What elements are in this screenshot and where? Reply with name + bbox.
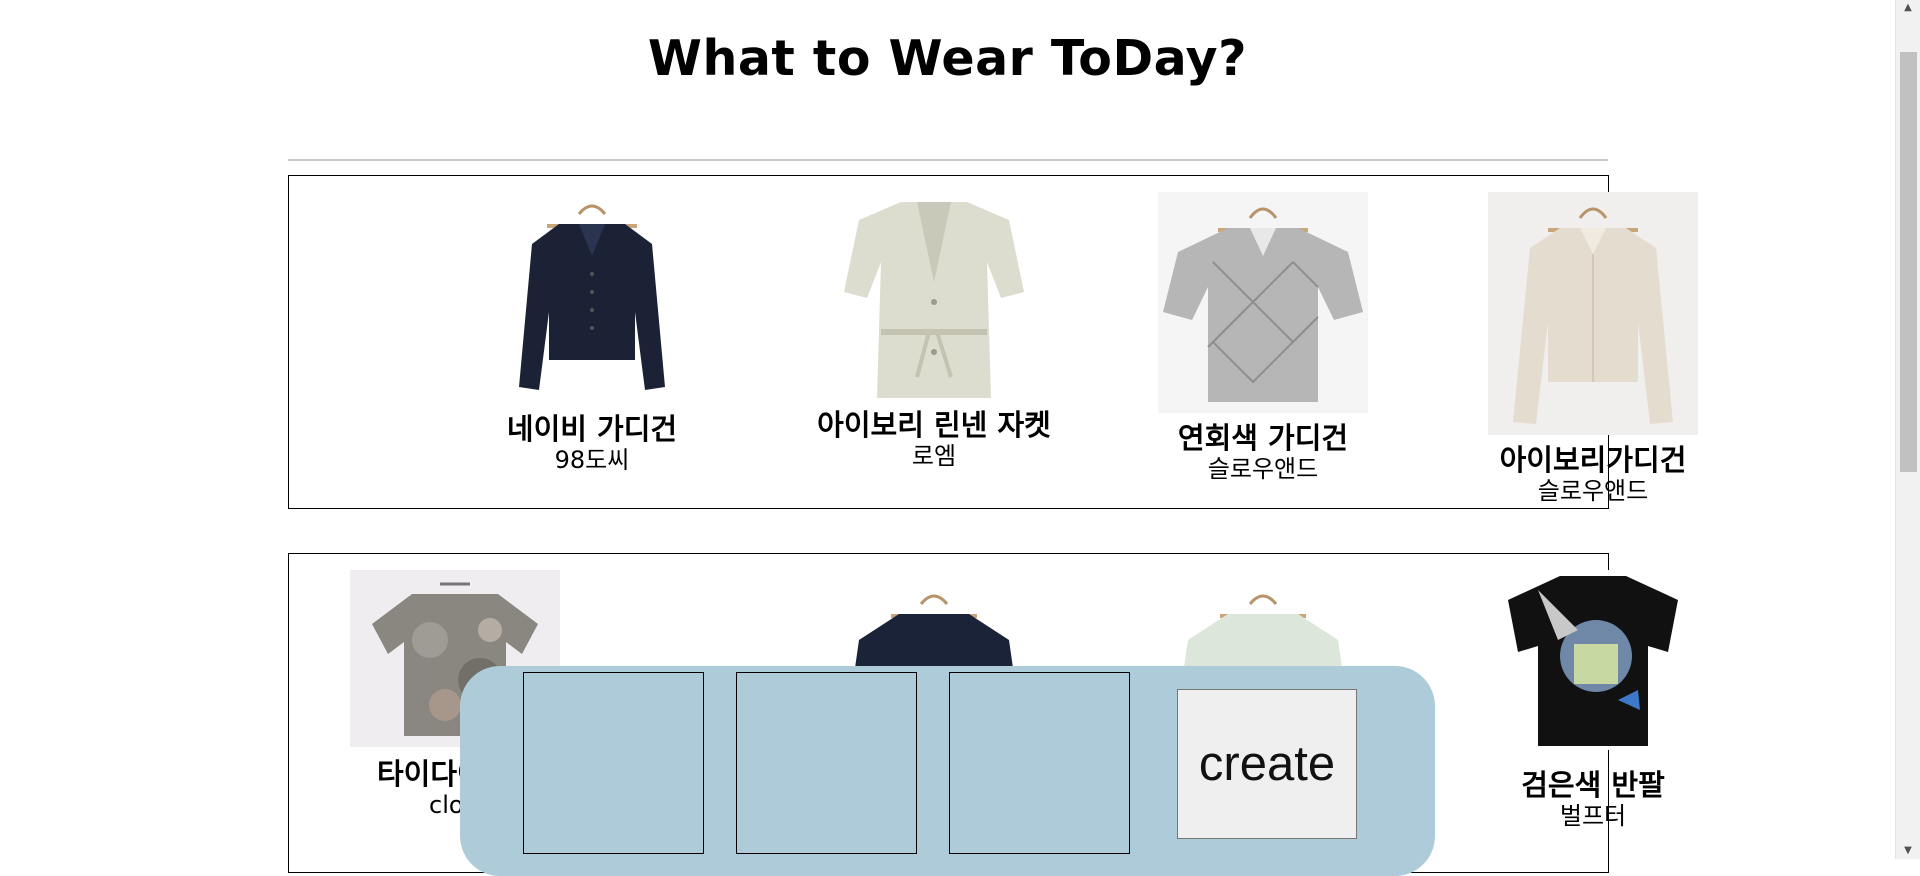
black-tshirt-image [1488, 570, 1698, 750]
clothing-card-black-tshirt[interactable]: 검은색 반팔 벌프터 [1443, 570, 1743, 830]
page-title: What to Wear ToDay? [647, 30, 1248, 87]
clothing-card-ivory-cardigan[interactable]: 아이보리가디건 슬로우앤드 [1443, 192, 1743, 505]
create-button[interactable]: create [1177, 689, 1357, 839]
item-name: 아이보리 린넨 자켓 [817, 408, 1051, 442]
item-brand: 로엠 [911, 442, 957, 470]
item-name: 아이보리가디건 [1499, 443, 1687, 477]
light-gray-cardigan-image [1158, 192, 1368, 413]
outfit-slot-3[interactable] [949, 672, 1130, 854]
outfit-slot-1[interactable] [523, 672, 704, 854]
ivory-linen-jacket-image [829, 192, 1039, 402]
item-name: 검은색 반팔 [1521, 768, 1665, 802]
item-name: 연회색 가디건 [1177, 421, 1349, 455]
item-brand: 슬로우앤드 [1207, 455, 1319, 483]
item-name: 네이비 가디건 [506, 412, 678, 446]
clothing-card-ivory-linen-jacket[interactable]: 아이보리 린넨 자켓 로엠 [784, 192, 1084, 470]
outfit-slot-2[interactable] [736, 672, 917, 854]
navy-cardigan-image [487, 192, 697, 402]
scroll-up-arrow-icon[interactable]: ▲ [1896, 0, 1920, 16]
divider [288, 159, 1608, 161]
clothing-card-navy-cardigan[interactable]: 네이비 가디건 98도씨 [442, 192, 742, 474]
clothing-row-1: 네이비 가디건 98도씨 아이보리 린넨 자켓 로엠 연회색 가디건 슬로우앤드… [288, 175, 1698, 509]
clothing-card-light-gray-cardigan[interactable]: 연회색 가디건 슬로우앤드 [1113, 192, 1413, 483]
vertical-scrollbar[interactable]: ▲ ▼ [1895, 0, 1920, 859]
scroll-down-arrow-icon[interactable]: ▼ [1896, 843, 1920, 859]
item-brand: 98도씨 [554, 446, 630, 474]
outfit-builder-panel: create [460, 666, 1435, 876]
scroll-thumb[interactable] [1900, 52, 1917, 472]
item-brand: 벌프터 [1559, 802, 1627, 830]
ivory-cardigan-image [1488, 192, 1698, 435]
item-brand: 슬로우앤드 [1537, 477, 1649, 505]
